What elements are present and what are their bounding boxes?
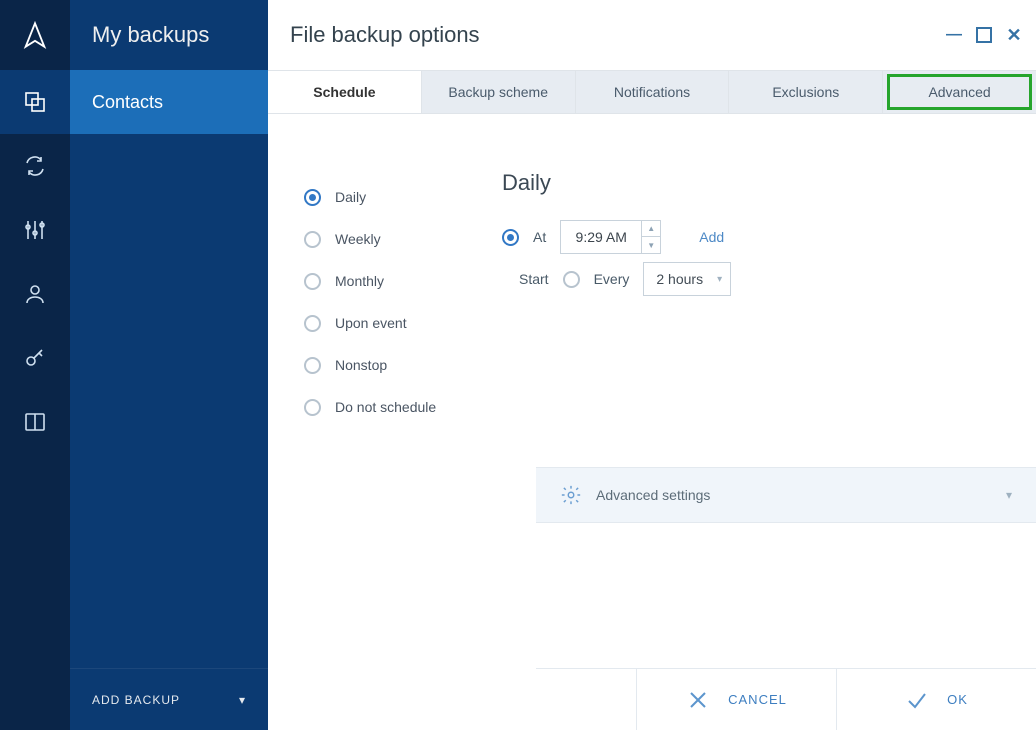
- tab-strip: Schedule Backup scheme Notifications Exc…: [268, 70, 1036, 114]
- time-step-down-icon[interactable]: ▼: [642, 237, 660, 253]
- radio-icon: [304, 357, 321, 374]
- schedule-option-label: Daily: [335, 189, 366, 205]
- schedule-details-heading: Daily: [502, 170, 1036, 196]
- tab-advanced[interactable]: Advanced: [882, 71, 1036, 113]
- tab-schedule[interactable]: Schedule: [268, 71, 421, 113]
- time-input[interactable]: 9:29 AM ▲ ▼: [560, 220, 661, 254]
- close-icon[interactable]: ✕: [1006, 27, 1022, 43]
- schedule-option-label: Upon event: [335, 315, 407, 331]
- footer: CANCEL OK: [536, 668, 1036, 730]
- check-icon: [905, 688, 929, 712]
- every-interval-select[interactable]: 2 hours ▾: [643, 262, 731, 296]
- schedule-option-label: Nonstop: [335, 357, 387, 373]
- rail-account-icon[interactable]: [0, 262, 70, 326]
- advanced-settings-toggle[interactable]: Advanced settings ▾: [536, 467, 1036, 523]
- chevron-down-icon: ▾: [1006, 488, 1012, 502]
- add-backup-button[interactable]: ADD BACKUP ▾: [70, 668, 268, 730]
- tab-exclusions[interactable]: Exclusions: [728, 71, 882, 113]
- advanced-settings-label: Advanced settings: [596, 487, 710, 503]
- gear-icon: [560, 484, 582, 506]
- cancel-button[interactable]: CANCEL: [636, 669, 836, 730]
- radio-icon: [304, 273, 321, 290]
- radio-icon: [304, 315, 321, 332]
- icon-rail: [0, 0, 70, 730]
- window-controls: ― ✕: [946, 27, 1022, 43]
- radio-icon: [304, 189, 321, 206]
- minimize-icon[interactable]: ―: [946, 27, 962, 43]
- main-panel: File backup options ― ✕ Schedule Backup …: [268, 0, 1036, 730]
- rail-key-icon[interactable]: [0, 326, 70, 390]
- page-title: File backup options: [290, 22, 946, 48]
- schedule-type-list: Daily Weekly Monthly Upon event: [268, 114, 502, 730]
- add-time-link[interactable]: Add: [699, 229, 724, 245]
- rail-tools-icon[interactable]: [0, 198, 70, 262]
- cancel-label: CANCEL: [728, 692, 787, 707]
- app-logo-icon: [0, 0, 70, 70]
- time-value: 9:29 AM: [561, 229, 641, 245]
- radio-icon: [304, 231, 321, 248]
- schedule-option-do-not-schedule[interactable]: Do not schedule: [304, 386, 502, 428]
- ok-button[interactable]: OK: [836, 669, 1036, 730]
- rail-help-icon[interactable]: [0, 390, 70, 454]
- nav-item-contacts[interactable]: Contacts: [70, 70, 268, 134]
- at-label: At: [533, 229, 546, 245]
- ok-label: OK: [947, 692, 968, 707]
- time-step-up-icon[interactable]: ▲: [642, 221, 660, 237]
- title-bar: File backup options ― ✕: [268, 0, 1036, 70]
- every-interval-value: 2 hours: [656, 271, 703, 287]
- schedule-option-upon-event[interactable]: Upon event: [304, 302, 502, 344]
- at-radio[interactable]: [502, 229, 519, 246]
- radio-icon: [304, 399, 321, 416]
- nav-title: My backups: [70, 0, 268, 70]
- schedule-details: Daily At 9:29 AM ▲ ▼ Add: [502, 114, 1036, 730]
- every-label: Every: [594, 271, 630, 287]
- tab-notifications[interactable]: Notifications: [575, 71, 729, 113]
- schedule-option-weekly[interactable]: Weekly: [304, 218, 502, 260]
- add-backup-label: ADD BACKUP: [92, 693, 180, 707]
- maximize-icon[interactable]: [976, 27, 992, 43]
- schedule-option-label: Do not schedule: [335, 399, 436, 415]
- schedule-option-label: Monthly: [335, 273, 384, 289]
- schedule-option-monthly[interactable]: Monthly: [304, 260, 502, 302]
- schedule-option-nonstop[interactable]: Nonstop: [304, 344, 502, 386]
- rail-sync-icon[interactable]: [0, 134, 70, 198]
- every-radio[interactable]: [563, 271, 580, 288]
- rail-backup-icon[interactable]: [0, 70, 70, 134]
- schedule-option-daily[interactable]: Daily: [304, 176, 502, 218]
- chevron-down-icon: ▾: [239, 693, 246, 707]
- nav-column: My backups Contacts ADD BACKUP ▾: [70, 0, 268, 730]
- tab-backup-scheme[interactable]: Backup scheme: [421, 71, 575, 113]
- start-label: Start: [519, 271, 549, 287]
- schedule-option-label: Weekly: [335, 231, 381, 247]
- chevron-down-icon: ▾: [717, 274, 722, 285]
- x-icon: [686, 688, 710, 712]
